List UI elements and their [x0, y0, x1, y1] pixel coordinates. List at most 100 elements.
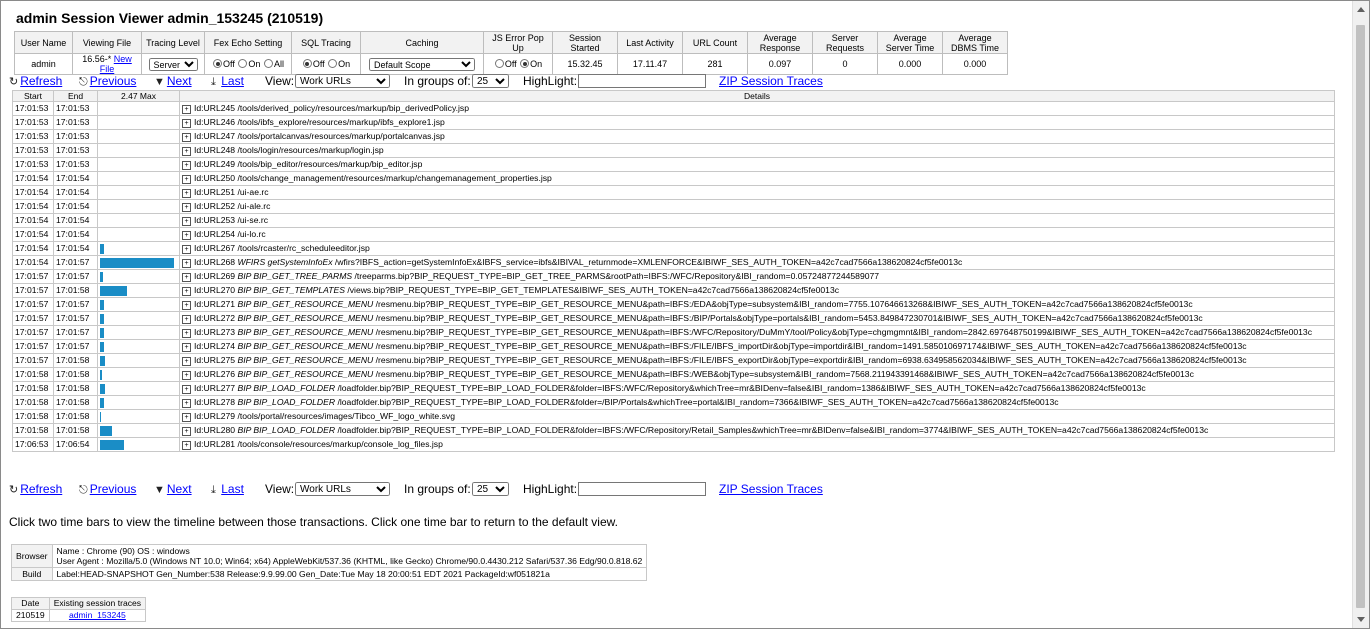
fex-echo-all-radio[interactable]	[263, 59, 273, 68]
time-bar-cell[interactable]	[97, 395, 180, 410]
expand-plus-icon[interactable]: +	[182, 399, 191, 408]
zip-session-traces-link[interactable]: ZIP Session Traces	[719, 74, 823, 88]
previous-link[interactable]: Previous	[90, 74, 137, 88]
next-control-bottom[interactable]: ▼ Next	[154, 482, 192, 496]
table-row[interactable]: 17:01:57 17:01:57 + Id:URL272 BIP BIP_GET_R…	[12, 311, 1335, 326]
table-row[interactable]: 17:01:54 17:01:54 + Id:URL267 /tools/rcaste…	[12, 241, 1335, 256]
expand-plus-icon[interactable]: +	[182, 385, 191, 394]
table-row[interactable]: 17:01:54 17:01:54 + Id:URL254 /ui-lo.rc	[12, 227, 1335, 242]
time-bar[interactable]	[100, 355, 105, 366]
groups-select[interactable]: 25	[472, 74, 509, 88]
time-bar-cell[interactable]	[97, 325, 180, 340]
table-row[interactable]: 17:01:57 17:01:58 + Id:URL270 BIP BIP_GET_T…	[12, 283, 1335, 298]
table-row[interactable]: 17:01:57 17:01:58 + Id:URL275 BIP BIP_GET_R…	[12, 353, 1335, 368]
table-row[interactable]: 17:01:58 17:01:58 + Id:URL280 BIP BIP_LOAD_…	[12, 423, 1335, 438]
expand-plus-icon[interactable]: +	[182, 413, 191, 422]
previous-control-bottom[interactable]: ⎋ Previous	[79, 482, 136, 497]
last-control[interactable]: ⤓ Last	[211, 74, 244, 89]
time-bar-cell[interactable]	[97, 339, 180, 354]
time-bar-cell[interactable]	[97, 283, 180, 298]
zip-session-traces-link-bottom[interactable]: ZIP Session Traces	[719, 482, 823, 496]
time-bar[interactable]	[100, 299, 104, 310]
table-row[interactable]: 17:01:57 17:01:57 + Id:URL269 BIP BIP_GET_T…	[12, 269, 1335, 284]
expand-plus-icon[interactable]: +	[182, 357, 191, 366]
time-bar-cell[interactable]	[97, 241, 180, 256]
time-bar-cell[interactable]	[97, 423, 180, 438]
time-bar[interactable]	[100, 439, 124, 450]
time-bar-cell[interactable]	[97, 227, 180, 242]
table-row[interactable]: 17:01:53 17:01:53 + Id:URL248 /tools/login/…	[12, 143, 1335, 158]
time-bar[interactable]	[100, 411, 101, 422]
table-row[interactable]: 17:01:54 17:01:54 + Id:URL251 /ui-ae.rc	[12, 185, 1335, 200]
tracing-level-select[interactable]: Server	[148, 57, 198, 71]
time-bar[interactable]	[100, 369, 102, 380]
table-row[interactable]: 17:01:58 17:01:58 + Id:URL278 BIP BIP_LOAD_…	[12, 395, 1335, 410]
expand-plus-icon[interactable]: +	[182, 371, 191, 380]
expand-plus-icon[interactable]: +	[182, 427, 191, 436]
time-bar[interactable]	[100, 243, 104, 254]
time-bar-cell[interactable]	[97, 409, 180, 424]
time-bar-cell[interactable]	[97, 353, 180, 368]
table-row[interactable]: 17:01:53 17:01:53 + Id:URL246 /tools/ibfs_e…	[12, 115, 1335, 130]
refresh-link-bottom[interactable]: Refresh	[20, 482, 62, 496]
expand-plus-icon[interactable]: +	[182, 161, 191, 170]
table-row[interactable]: 17:01:58 17:01:58 + Id:URL276 BIP BIP_GET_R…	[12, 367, 1335, 382]
last-link[interactable]: Last	[221, 74, 244, 88]
table-row[interactable]: 17:01:53 17:01:53 + Id:URL249 /tools/bip_ed…	[12, 157, 1335, 172]
scroll-up-arrow-icon[interactable]	[1357, 7, 1365, 12]
scrollbar-thumb[interactable]	[1356, 25, 1365, 608]
time-bar-cell[interactable]	[97, 213, 180, 228]
vertical-scrollbar[interactable]	[1352, 1, 1369, 628]
table-row[interactable]: 17:01:57 17:01:57 + Id:URL271 BIP BIP_GET_R…	[12, 297, 1335, 312]
table-row[interactable]: 17:01:58 17:01:58 + Id:URL277 BIP BIP_LOAD_…	[12, 381, 1335, 396]
expand-plus-icon[interactable]: +	[182, 287, 191, 296]
expand-plus-icon[interactable]: +	[182, 301, 191, 310]
time-bar[interactable]	[100, 271, 103, 282]
expand-plus-icon[interactable]: +	[182, 259, 191, 268]
expand-plus-icon[interactable]: +	[182, 119, 191, 128]
js-error-on-radio[interactable]	[520, 59, 530, 68]
js-error-off-radio[interactable]	[494, 59, 504, 68]
time-bar-cell[interactable]	[97, 171, 180, 186]
table-row[interactable]: 17:01:57 17:01:57 + Id:URL273 BIP BIP_GET_R…	[12, 325, 1335, 340]
table-row[interactable]: 17:01:54 17:01:54 + Id:URL250 /tools/change…	[12, 171, 1335, 186]
highlight-input[interactable]	[578, 74, 706, 88]
expand-plus-icon[interactable]: +	[182, 133, 191, 142]
table-row[interactable]: 17:01:57 17:01:57 + Id:URL274 BIP BIP_GET_R…	[12, 339, 1335, 354]
previous-link-bottom[interactable]: Previous	[90, 482, 137, 496]
sql-tracing-off-radio[interactable]	[302, 59, 312, 68]
refresh-link[interactable]: Refresh	[20, 74, 62, 88]
groups-select-bottom[interactable]: 25	[472, 482, 509, 496]
sql-tracing-on-radio[interactable]	[328, 59, 338, 68]
expand-plus-icon[interactable]: +	[182, 105, 191, 114]
view-select[interactable]: Work URLs	[295, 74, 390, 88]
time-bar-cell[interactable]	[97, 255, 180, 270]
time-bar[interactable]	[100, 383, 105, 394]
highlight-input-bottom[interactable]	[578, 482, 706, 496]
table-row[interactable]: 17:01:54 17:01:54 + Id:URL252 /ui-ale.rc	[12, 199, 1335, 214]
table-row[interactable]: 17:01:54 17:01:54 + Id:URL253 /ui-se.rc	[12, 213, 1335, 228]
table-row[interactable]: 17:01:58 17:01:58 + Id:URL279 /tools/portal…	[12, 409, 1335, 424]
table-row[interactable]: 17:01:53 17:01:53 + Id:URL247 /tools/portal…	[12, 129, 1335, 144]
table-row[interactable]: 17:06:53 17:06:54 + Id:URL281 /tools/consol…	[12, 437, 1335, 452]
expand-plus-icon[interactable]: +	[182, 175, 191, 184]
refresh-control-bottom[interactable]: ↻ Refresh	[9, 482, 62, 496]
fex-echo-off-radio[interactable]	[213, 59, 223, 68]
time-bar-cell[interactable]	[97, 437, 180, 452]
previous-control[interactable]: ⎋ Previous	[79, 74, 136, 89]
time-bar[interactable]	[100, 425, 112, 436]
time-bar[interactable]	[100, 397, 104, 408]
scroll-down-arrow-icon[interactable]	[1357, 617, 1365, 622]
last-link-bottom[interactable]: Last	[221, 482, 244, 496]
refresh-control[interactable]: ↻ Refresh	[9, 74, 62, 88]
expand-plus-icon[interactable]: +	[182, 329, 191, 338]
next-control[interactable]: ▼ Next	[154, 74, 192, 88]
time-bar[interactable]	[100, 341, 104, 352]
expand-plus-icon[interactable]: +	[182, 147, 191, 156]
table-row[interactable]: 17:01:53 17:01:53 + Id:URL245 /tools/derive…	[12, 101, 1335, 116]
next-link[interactable]: Next	[167, 74, 192, 88]
time-bar-cell[interactable]	[97, 101, 180, 116]
time-bar[interactable]	[100, 313, 104, 324]
expand-plus-icon[interactable]: +	[182, 441, 191, 450]
expand-plus-icon[interactable]: +	[182, 343, 191, 352]
